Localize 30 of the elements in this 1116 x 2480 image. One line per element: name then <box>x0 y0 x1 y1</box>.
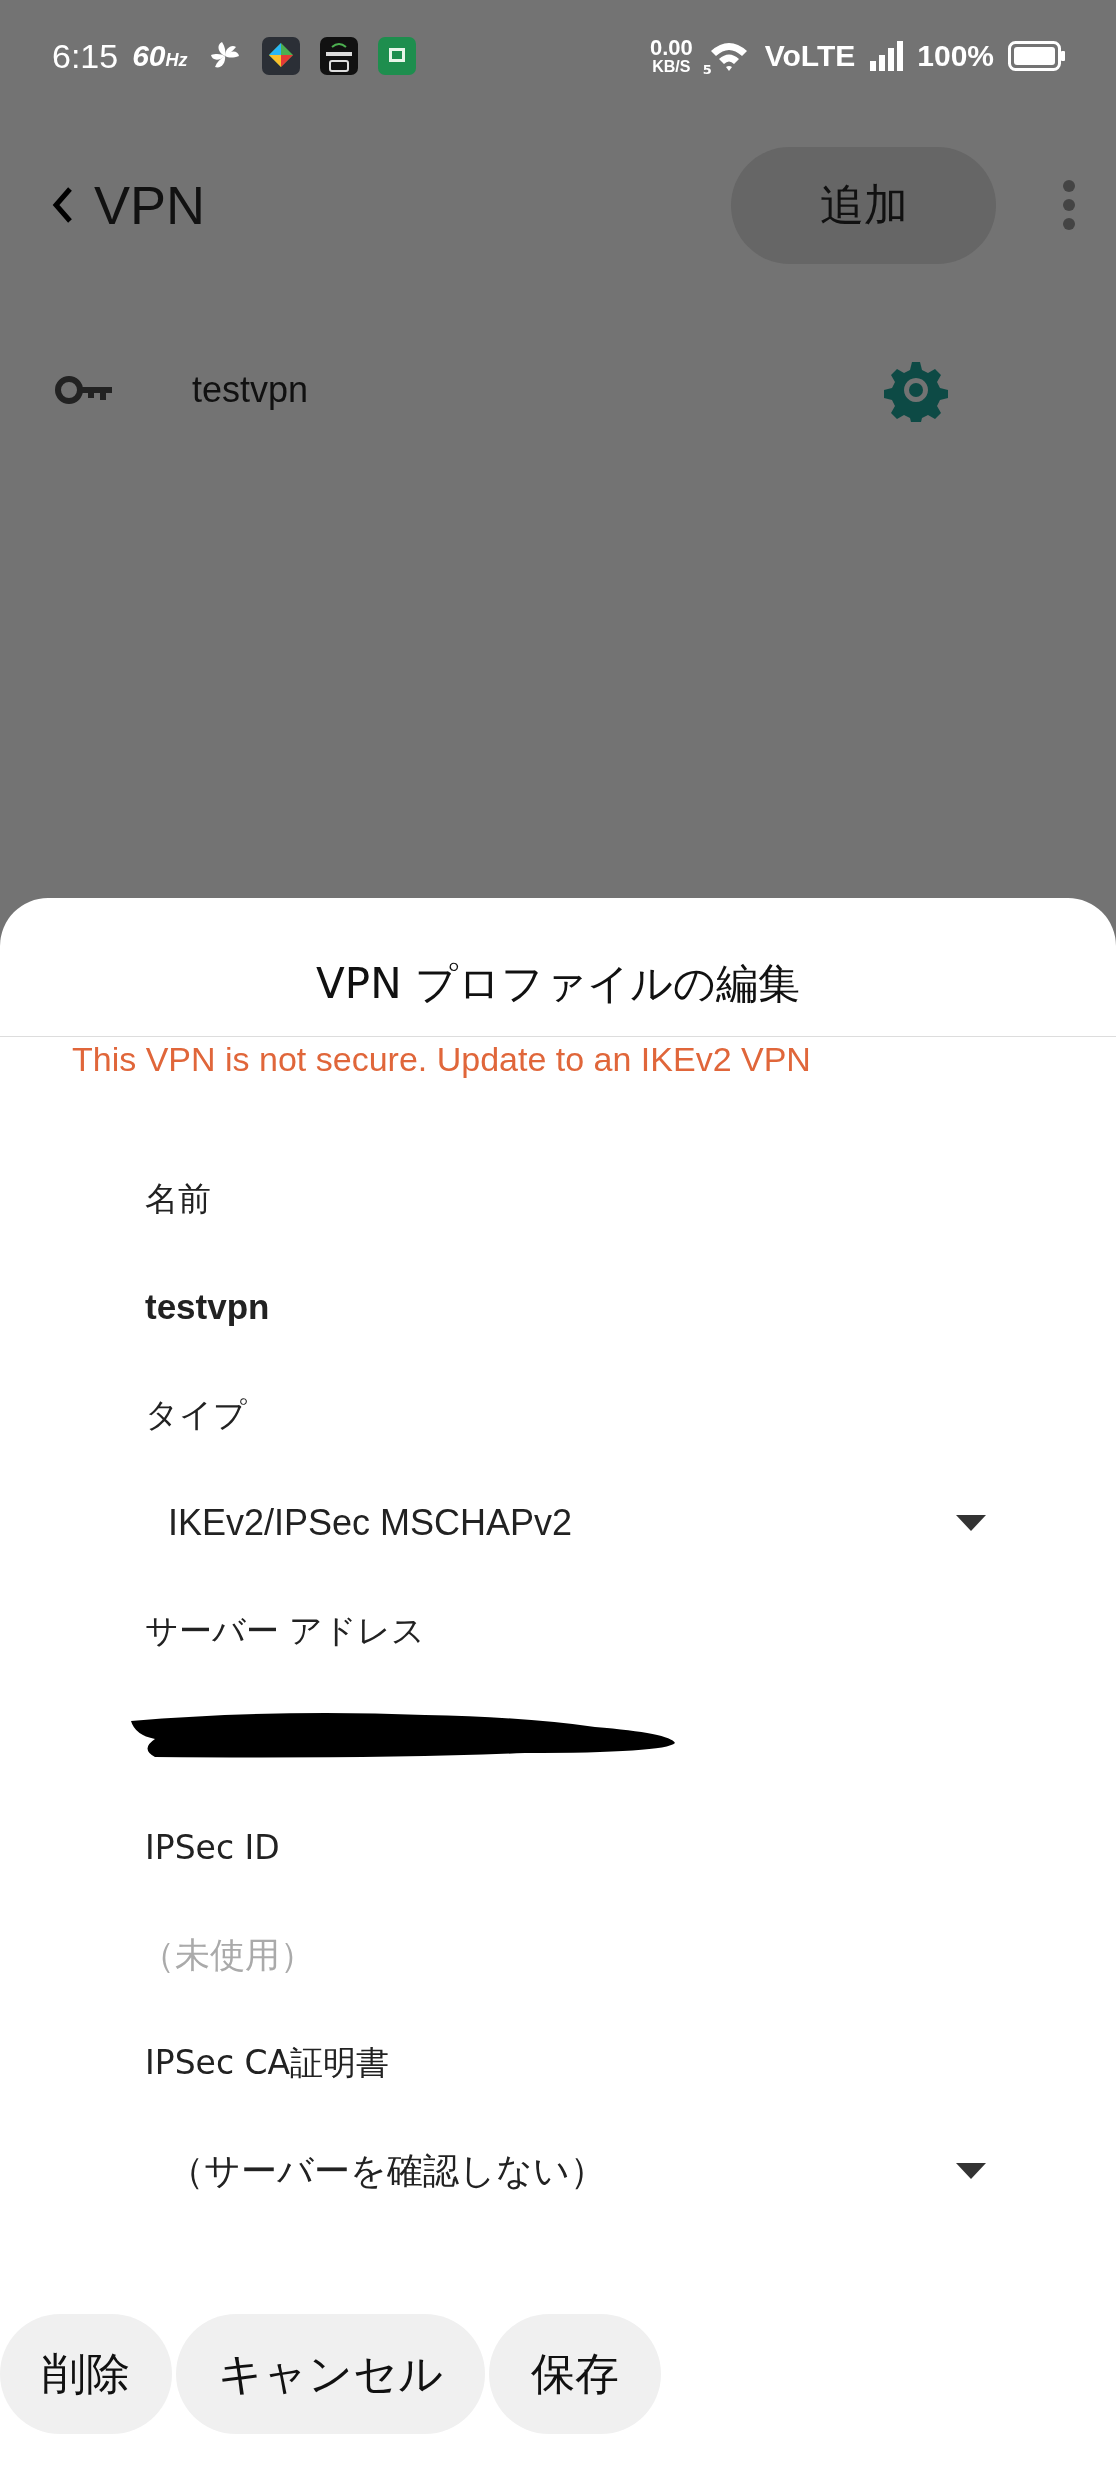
dialog-title: VPN プロファイルの編集 <box>0 898 1116 1037</box>
field-label: サーバー アドレス <box>144 1609 427 1652</box>
field-label: 名前 <box>144 1177 212 1220</box>
network-type: VoLTE <box>764 39 856 73</box>
dropdown-arrow-icon <box>956 1515 986 1531</box>
field-label: タイプ <box>144 1393 248 1436</box>
battery-level: 100% <box>917 39 994 73</box>
dropdown[interactable]: （サーバーを確認しない） <box>0 2117 1116 2225</box>
key-icon <box>54 374 114 406</box>
battery-icon <box>1008 41 1066 71</box>
dropdown[interactable]: IKEv2/IPSec MSCHAPv2 <box>0 1469 1116 1577</box>
wifi-generation-label: 5 <box>702 62 712 77</box>
field-label: IPSec CA証明書 <box>144 2041 391 2084</box>
field-label: IPSec ID <box>144 1826 281 1869</box>
vpn-name[interactable]: testvpn <box>192 369 309 411</box>
page-title: VPN <box>94 174 206 236</box>
warning-message: This VPN is not secure. Update to an IKEv2 VPN <box>71 1039 812 1080</box>
app-icon <box>261 37 300 75</box>
clock-time: 6:15 <box>52 36 119 76</box>
network-speed: 0.00 KB/S <box>649 37 693 75</box>
input-field[interactable]: testvpn <box>0 1253 1116 1361</box>
camera-app-icon <box>319 37 358 75</box>
refresh-rate: 60Hz <box>132 39 188 73</box>
dialog-button[interactable]: キャンセル <box>176 2314 485 2434</box>
more-icon[interactable] <box>1062 179 1076 231</box>
dropdown-arrow-icon <box>956 2163 986 2179</box>
dialog-button[interactable]: 削除 <box>0 2314 172 2434</box>
dialog-button[interactable]: 保存 <box>489 2314 661 2434</box>
signal-icon <box>869 41 904 71</box>
chip-app-icon <box>377 37 416 75</box>
